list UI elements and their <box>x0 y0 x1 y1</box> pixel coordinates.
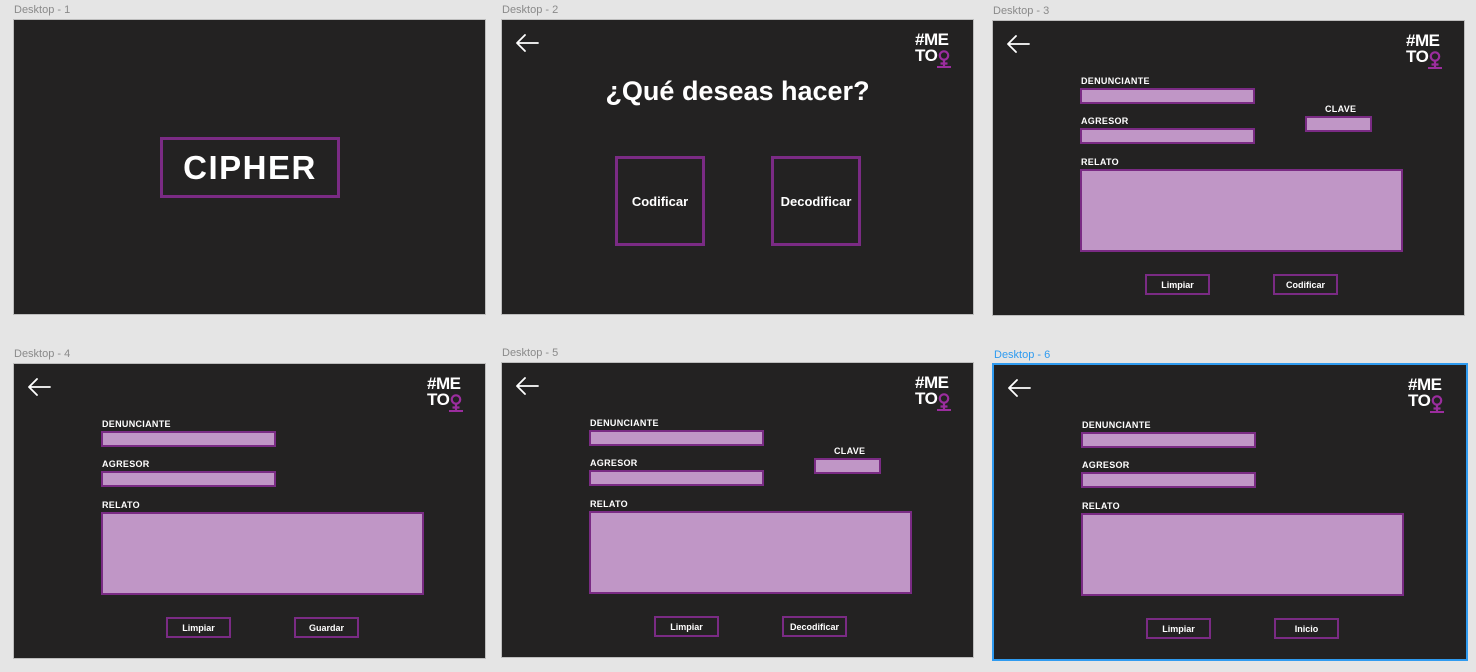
agresor-label: AGRESOR <box>102 459 150 469</box>
relato-label: RELATO <box>590 499 628 509</box>
metoo-logo: #ME TO <box>427 375 471 412</box>
agresor-input[interactable] <box>1080 128 1255 144</box>
arrow-left-icon[interactable] <box>26 376 52 398</box>
relato-textarea[interactable] <box>1080 169 1403 252</box>
frame-desktop-4[interactable]: #ME TO DENUNCIANTE AGRESOR RELATO Limpia… <box>13 363 486 659</box>
logo-line-2: TO <box>1406 47 1429 66</box>
save-button[interactable]: Guardar <box>294 617 359 638</box>
clear-button[interactable]: Limpiar <box>1145 274 1210 295</box>
metoo-logo: #ME TO <box>915 31 959 68</box>
relato-textarea[interactable] <box>589 511 912 594</box>
frame-label-desktop-1[interactable]: Desktop - 1 <box>14 4 70 16</box>
frame-label-desktop-6[interactable]: Desktop - 6 <box>994 349 1050 361</box>
clave-input[interactable] <box>1305 116 1372 132</box>
denunciante-input[interactable] <box>1081 432 1256 448</box>
clear-button[interactable]: Limpiar <box>654 616 719 637</box>
decode-button[interactable]: Decodificar <box>782 616 847 637</box>
denunciante-label: DENUNCIANTE <box>1082 420 1151 430</box>
frame-desktop-3[interactable]: #ME TO DENUNCIANTE AGRESOR CLAVE RELATO … <box>992 20 1465 316</box>
logo-line-2: TO <box>427 390 450 409</box>
agresor-label: AGRESOR <box>1081 116 1129 126</box>
frame-label-desktop-2[interactable]: Desktop - 2 <box>502 4 558 16</box>
relato-label: RELATO <box>102 500 140 510</box>
frame-label-desktop-4[interactable]: Desktop - 4 <box>14 348 70 360</box>
relato-textarea[interactable] <box>101 512 424 595</box>
frame-desktop-1[interactable]: CIPHER <box>13 19 486 315</box>
encode-button[interactable]: Codificar <box>615 156 705 246</box>
denunciante-label: DENUNCIANTE <box>590 418 659 428</box>
agresor-input[interactable] <box>101 471 276 487</box>
agresor-label: AGRESOR <box>590 458 638 468</box>
arrow-left-icon[interactable] <box>514 375 540 397</box>
venus-symbol-icon <box>937 393 951 411</box>
denunciante-input[interactable] <box>101 431 276 447</box>
frame-desktop-2[interactable]: #ME TO ¿Qué deseas hacer? Codificar Deco… <box>501 19 974 315</box>
home-button[interactable]: Inicio <box>1274 618 1339 639</box>
clave-label: CLAVE <box>1325 104 1357 114</box>
question-heading: ¿Qué deseas hacer? <box>605 76 870 106</box>
encode-button[interactable]: Codificar <box>1273 274 1338 295</box>
clear-button[interactable]: Limpiar <box>166 617 231 638</box>
denunciante-label: DENUNCIANTE <box>1081 76 1150 86</box>
venus-symbol-icon <box>1428 51 1442 69</box>
metoo-logo: #ME TO <box>1408 376 1452 413</box>
venus-symbol-icon <box>449 394 463 412</box>
venus-symbol-icon <box>937 50 951 68</box>
arrow-left-icon[interactable] <box>1005 33 1031 55</box>
frame-label-desktop-3[interactable]: Desktop - 3 <box>993 5 1049 17</box>
agresor-input[interactable] <box>1081 472 1256 488</box>
frame-desktop-5[interactable]: #ME TO DENUNCIANTE AGRESOR CLAVE RELATO … <box>501 362 974 658</box>
clave-input[interactable] <box>814 458 881 474</box>
venus-symbol-icon <box>1430 395 1444 413</box>
denunciante-label: DENUNCIANTE <box>102 419 171 429</box>
frame-label-desktop-5[interactable]: Desktop - 5 <box>502 347 558 359</box>
logo-line-2: TO <box>915 46 938 65</box>
agresor-input[interactable] <box>589 470 764 486</box>
relato-textarea[interactable] <box>1081 513 1404 596</box>
denunciante-input[interactable] <box>1080 88 1255 104</box>
decode-button[interactable]: Decodificar <box>771 156 861 246</box>
agresor-label: AGRESOR <box>1082 460 1130 470</box>
clave-label: CLAVE <box>834 446 866 456</box>
metoo-logo: #ME TO <box>915 374 959 411</box>
metoo-logo: #ME TO <box>1406 32 1450 69</box>
cipher-title-box: CIPHER <box>160 137 340 198</box>
relato-label: RELATO <box>1082 501 1120 511</box>
arrow-left-icon[interactable] <box>514 32 540 54</box>
frame-desktop-6[interactable]: #ME TO DENUNCIANTE AGRESOR RELATO Limpia… <box>992 363 1468 661</box>
logo-line-2: TO <box>915 389 938 408</box>
logo-line-2: TO <box>1408 391 1431 410</box>
denunciante-input[interactable] <box>589 430 764 446</box>
arrow-left-icon[interactable] <box>1006 377 1032 399</box>
clear-button[interactable]: Limpiar <box>1146 618 1211 639</box>
relato-label: RELATO <box>1081 157 1119 167</box>
